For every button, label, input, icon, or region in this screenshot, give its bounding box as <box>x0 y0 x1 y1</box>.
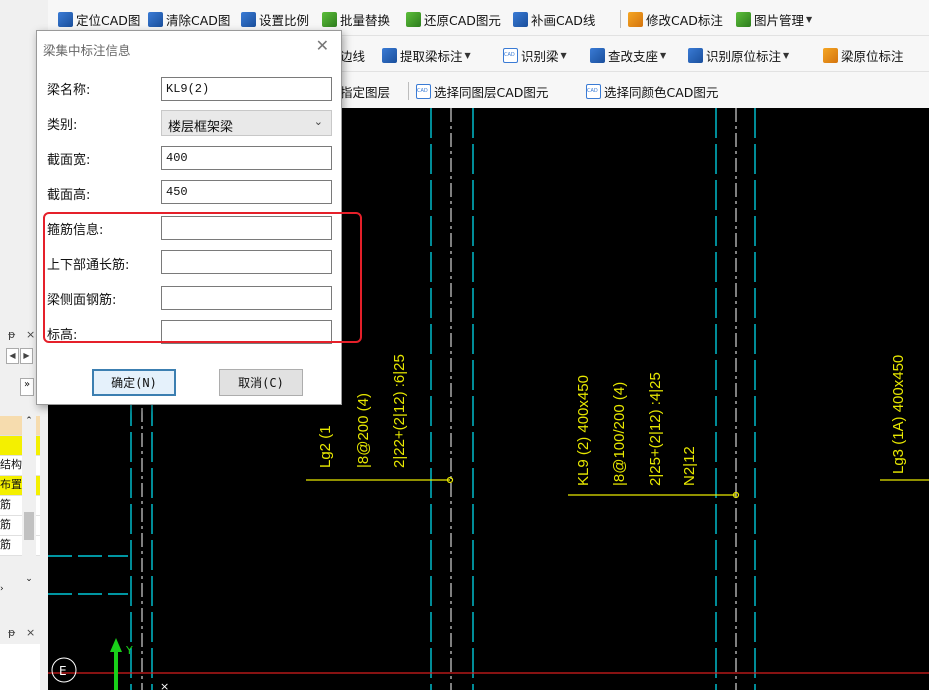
ucs-y-label: Y <box>125 644 133 657</box>
scroll-up-icon[interactable]: ⌃ <box>22 416 36 426</box>
select-layer-icon <box>416 83 431 99</box>
select-same-color-button[interactable]: 选择同颜色CAD图元 <box>586 81 718 101</box>
ucs-arrow-icon <box>110 638 122 652</box>
section-width-input[interactable] <box>161 146 332 170</box>
panel-close-icon[interactable]: × <box>26 328 35 341</box>
dropdown-caret-icon: ▼ <box>464 50 471 60</box>
support-icon <box>590 47 605 63</box>
extract-beam-annotation-button[interactable]: 提取梁标注 ▼ <box>382 45 471 65</box>
specify-layer-button[interactable]: 指定图层 <box>340 81 390 101</box>
restore-cad-button[interactable]: 还原CAD图元 <box>406 9 501 29</box>
panel-close-icon[interactable]: × <box>26 626 35 639</box>
annotation-text: |8@200 (4) <box>355 393 372 468</box>
through-bars-input[interactable] <box>161 250 332 274</box>
beam-name-input[interactable] <box>161 77 332 101</box>
category-select[interactable]: 楼层框架梁 ⌄ <box>161 110 332 136</box>
recognize-inplace-icon <box>688 47 703 63</box>
beam-inplace-icon <box>823 47 838 63</box>
clear-cad-button[interactable]: 清除CAD图 <box>148 9 230 29</box>
clear-icon <box>148 11 163 27</box>
scroll-right-small-icon[interactable]: › <box>0 584 4 594</box>
beam-name-label: 梁名称: <box>47 83 91 98</box>
stirrup-input[interactable] <box>161 216 332 240</box>
annotation-text: |8@100/200 (4) <box>611 382 628 486</box>
annotation-text: Lg3 (1A) 400x450 <box>890 355 907 474</box>
replace-icon <box>322 11 337 27</box>
select-color-icon <box>586 83 601 99</box>
panel-header: ᵽ × <box>0 328 40 344</box>
panel-header-2: ᵽ × <box>0 626 40 642</box>
expand-icon[interactable]: » <box>20 378 34 396</box>
recognize-beam-icon <box>503 47 518 63</box>
batch-replace-button[interactable]: 批量替换 <box>322 9 390 29</box>
dropdown-caret-icon: ▼ <box>783 50 790 60</box>
section-height-input[interactable] <box>161 180 332 204</box>
scale-icon <box>241 11 256 27</box>
dropdown-caret-icon: ▼ <box>660 50 667 60</box>
select-same-layer-button[interactable]: 选择同图层CAD图元 <box>416 81 548 101</box>
annotation-text: 2|22+(2|12) :6|25 <box>391 354 408 468</box>
edge-line-button[interactable]: 边线 <box>340 45 365 65</box>
category-label: 类别: <box>47 118 78 133</box>
ucs-origin-label: E <box>59 664 67 678</box>
pin-icon[interactable]: ᵽ <box>8 626 15 639</box>
cursor-cross-icon: × <box>160 680 169 690</box>
section-height-label: 截面高: <box>47 188 91 203</box>
section-width-label: 截面宽: <box>47 153 91 168</box>
dialog-title: 梁集中标注信息 <box>43 43 131 58</box>
pin-icon[interactable]: ᵽ <box>8 328 15 341</box>
set-scale-button[interactable]: 设置比例 <box>241 9 309 29</box>
restore-icon <box>406 11 421 27</box>
ok-button[interactable]: 确定(N) <box>92 369 176 396</box>
annotation-text: Lg2 (1 <box>317 425 334 468</box>
image-icon <box>736 11 751 27</box>
scroll-down-icon[interactable]: ⌄ <box>22 574 36 584</box>
toolbar-divider <box>620 10 621 28</box>
elevation-label: 标高: <box>47 328 78 343</box>
recognize-inplace-button[interactable]: 识别原位标注 ▼ <box>688 45 789 65</box>
scroll-left-icon[interactable]: ◀ <box>6 348 19 364</box>
edit-cad-annotation-button[interactable]: 修改CAD标注 <box>628 9 723 29</box>
check-support-button[interactable]: 查改支座 ▼ <box>590 45 666 65</box>
edit-annotation-icon <box>628 11 643 27</box>
panel-body <box>0 644 40 690</box>
elevation-input[interactable] <box>161 320 332 344</box>
scroll-arrows: ◀ ▶ <box>0 348 40 366</box>
recognize-beam-button[interactable]: 识别梁▼ <box>503 45 567 65</box>
left-dock-panel: ᵽ × ◀ ▶ » 结构 布置 筋 筋 筋 ⌃ ⌄ › ᵽ × <box>0 328 40 690</box>
annotation-text: N2|12 <box>681 446 698 486</box>
toolbar-divider <box>408 82 409 100</box>
side-bars-label: 梁侧面钢筋: <box>47 293 117 308</box>
beam-inplace-button[interactable]: 梁原位标注 <box>823 45 904 65</box>
annotation-text: 2|25+(2|12) :4|25 <box>647 372 664 486</box>
side-bars-input[interactable] <box>161 286 332 310</box>
draw-line-icon <box>513 11 528 27</box>
vertical-scrollbar[interactable]: ⌃ ⌄ <box>22 416 36 584</box>
beam-annotation-dialog: 梁集中标注信息 ✕ 梁名称: 类别: 楼层框架梁 ⌄ 截面宽: 截面高: 箍筋信… <box>36 30 362 405</box>
through-bars-label: 上下部通长筋: <box>47 258 130 273</box>
chevron-down-icon: ⌄ <box>313 115 323 128</box>
dropdown-caret-icon: ▼ <box>560 50 567 60</box>
draw-cad-line-button[interactable]: 补画CAD线 <box>513 9 595 29</box>
extract-annotation-icon <box>382 47 397 63</box>
locate-icon <box>58 11 73 27</box>
stirrup-label: 箍筋信息: <box>47 223 104 238</box>
annotation-text: KL9 (2) 400x450 <box>575 375 592 486</box>
dropdown-caret-icon: ▼ <box>806 14 813 24</box>
image-manage-button[interactable]: 图片管理 ▼ <box>736 9 812 29</box>
cancel-button[interactable]: 取消(C) <box>219 369 303 396</box>
close-icon[interactable]: ✕ <box>316 36 329 55</box>
scrollbar-thumb[interactable] <box>24 512 34 540</box>
scroll-right-icon[interactable]: ▶ <box>20 348 33 364</box>
locate-cad-button[interactable]: 定位CAD图 <box>58 9 140 29</box>
